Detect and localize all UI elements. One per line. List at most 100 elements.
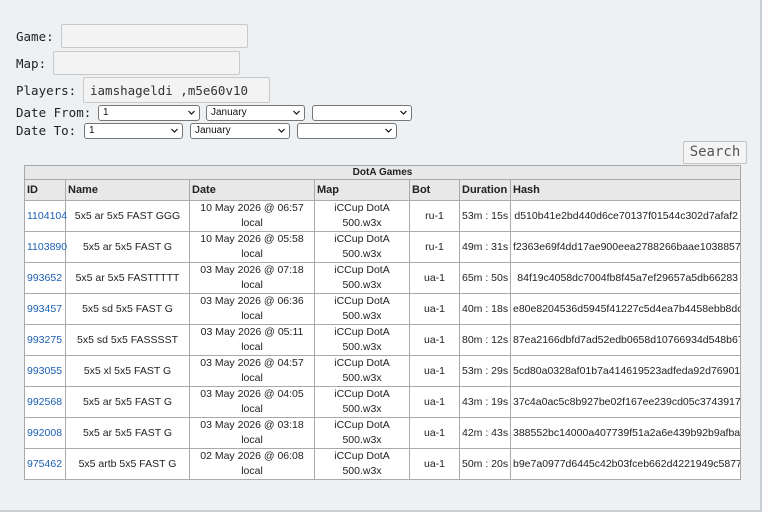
- cell-bot: ua-1: [409, 293, 460, 325]
- to-year-select[interactable]: [297, 123, 397, 139]
- cell-date: 02 May 2026 @ 06:08 local: [189, 448, 315, 480]
- table-title: DotA Games: [23, 165, 742, 180]
- cell-duration: 53m : 29s: [459, 355, 511, 387]
- from-day-select[interactable]: 1: [98, 105, 200, 121]
- cell-map: iCCup DotA 500.w3x: [314, 293, 410, 325]
- cell-duration: 65m : 50s: [459, 262, 511, 294]
- col-header-duration: Duration: [459, 179, 511, 201]
- game-id-link[interactable]: 992008: [27, 427, 62, 439]
- table-row: 993055 5x5 xl 5x5 FAST G 03 May 2026 @ 04:…: [24, 355, 742, 387]
- table-row: 993457 5x5 sd 5x5 FAST G 03 May 2026 @ 06:…: [24, 293, 742, 325]
- game-id-link[interactable]: 1103890: [27, 241, 67, 253]
- date-from-label: Date From:: [16, 105, 92, 120]
- date-text: 03 May 2026 @ 04:57: [200, 357, 304, 369]
- map-label: Map:: [16, 56, 47, 71]
- map-name: iCCup DotA: [334, 202, 390, 214]
- cell-name: 5x5 ar 5x5 FAST GGG: [65, 200, 190, 232]
- cell-hash: 84f19c4058dc7004fb8f45a7ef29657a5db66283: [509, 262, 742, 294]
- game-id-link[interactable]: 975462: [27, 458, 62, 470]
- cell-hash: 388552bc14000a407739f51a2a6e439b92b9afba: [509, 417, 742, 449]
- cell-hash: f2363e69f4dd17ae900eea2788266baae1038857: [509, 231, 742, 263]
- map-file: 500.w3x: [342, 403, 382, 415]
- map-name: iCCup DotA: [334, 264, 390, 276]
- cell-name: 5x5 ar 5x5 FAST G: [65, 231, 190, 263]
- chevron-down-icon: [171, 127, 178, 134]
- table-header-row: ID Name Date Map Bot Duration Hash: [24, 179, 742, 201]
- cell-duration: 42m : 43s: [459, 417, 511, 449]
- cell-bot: ua-1: [409, 262, 460, 294]
- table-row: 1103890 5x5 ar 5x5 FAST G 10 May 2026 @ 05…: [24, 231, 742, 263]
- cell-hash: d510b41e2bd440d6ce70137f01544c302d7afaf2: [509, 200, 742, 232]
- map-name: iCCup DotA: [334, 357, 390, 369]
- map-name: iCCup DotA: [334, 295, 390, 307]
- cell-date: 10 May 2026 @ 05:58 local: [189, 231, 315, 263]
- map-file: 500.w3x: [342, 372, 382, 384]
- col-header-bot: Bot: [409, 179, 460, 201]
- cell-hash: 87ea2166dbfd7ad52edb0658d10766934d548b67: [509, 324, 742, 356]
- map-file: 500.w3x: [342, 434, 382, 446]
- date-text: 03 May 2026 @ 05:11: [200, 326, 304, 338]
- date-text: 03 May 2026 @ 06:36: [200, 295, 304, 307]
- timezone-text: local: [241, 403, 263, 415]
- from-day-value: 1: [103, 107, 109, 118]
- cell-bot: ua-1: [409, 448, 460, 480]
- cell-duration: 40m : 18s: [459, 293, 511, 325]
- players-label: Players:: [16, 83, 77, 98]
- cell-name: 5x5 xl 5x5 FAST G: [65, 355, 190, 387]
- cell-bot: ua-1: [409, 324, 460, 356]
- game-id-link[interactable]: 993275: [27, 334, 62, 346]
- to-month-select[interactable]: January: [190, 123, 290, 139]
- col-header-map: Map: [314, 179, 410, 201]
- cell-map: iCCup DotA 500.w3x: [314, 231, 410, 263]
- col-header-date: Date: [189, 179, 315, 201]
- cell-id: 975462: [24, 448, 66, 480]
- game-input[interactable]: [61, 24, 248, 48]
- date-text: 02 May 2026 @ 06:08: [200, 450, 304, 462]
- date-text: 03 May 2026 @ 07:18: [200, 264, 304, 276]
- chevron-down-icon: [293, 109, 300, 116]
- map-file: 500.w3x: [342, 310, 382, 322]
- map-input[interactable]: [53, 51, 240, 75]
- map-name: iCCup DotA: [334, 419, 390, 431]
- cell-date: 03 May 2026 @ 05:11 local: [189, 324, 315, 356]
- cell-bot: ua-1: [409, 386, 460, 418]
- game-id-link[interactable]: 993652: [27, 272, 62, 284]
- game-id-link[interactable]: 1104104: [27, 210, 67, 222]
- table-row: 992568 5x5 ar 5x5 FAST G 03 May 2026 @ 04:…: [24, 386, 742, 418]
- timezone-text: local: [241, 310, 263, 322]
- cell-duration: 80m : 12s: [459, 324, 511, 356]
- from-month-select[interactable]: January: [206, 105, 305, 121]
- cell-bot: ru-1: [409, 200, 460, 232]
- game-id-link[interactable]: 993055: [27, 365, 62, 377]
- cell-hash: e80e8204536d5945f41227c5d4ea7b4458ebb8dc: [509, 293, 742, 325]
- cell-id: 993055: [24, 355, 66, 387]
- search-button[interactable]: Search: [683, 141, 747, 164]
- from-month-value: January: [211, 107, 247, 118]
- to-month-value: January: [195, 125, 231, 136]
- cell-bot: ua-1: [409, 355, 460, 387]
- timezone-text: local: [241, 217, 263, 229]
- table-row: 975462 5x5 artb 5x5 FAST G 02 May 2026 @ 0…: [24, 448, 742, 480]
- cell-id: 992568: [24, 386, 66, 418]
- to-day-select[interactable]: 1: [84, 123, 183, 139]
- cell-id: 1104104: [24, 200, 67, 232]
- cell-map: iCCup DotA 500.w3x: [314, 262, 410, 294]
- from-year-select[interactable]: [312, 105, 412, 121]
- cell-map: iCCup DotA 500.w3x: [314, 324, 410, 356]
- date-text: 03 May 2026 @ 04:05: [200, 388, 304, 400]
- cell-duration: 49m : 31s: [459, 231, 511, 263]
- game-id-link[interactable]: 992568: [27, 396, 62, 408]
- date-text: 10 May 2026 @ 05:58: [200, 233, 304, 245]
- cell-date: 10 May 2026 @ 06:57 local: [189, 200, 315, 232]
- col-header-id: ID: [24, 179, 66, 201]
- cell-id: 993457: [24, 293, 66, 325]
- cell-name: 5x5 ar 5x5 FAST G: [65, 417, 190, 449]
- players-input[interactable]: [83, 77, 270, 103]
- map-file: 500.w3x: [342, 341, 382, 353]
- cell-hash: 5cd80a0328af01b7a414619523adfeda92d76901: [509, 355, 742, 387]
- cell-name: 5x5 sd 5x5 FASSSST: [65, 324, 190, 356]
- game-id-link[interactable]: 993457: [27, 303, 62, 315]
- cell-id: 992008: [24, 417, 66, 449]
- cell-date: 03 May 2026 @ 07:18 local: [189, 262, 315, 294]
- cell-name: 5x5 sd 5x5 FAST G: [65, 293, 190, 325]
